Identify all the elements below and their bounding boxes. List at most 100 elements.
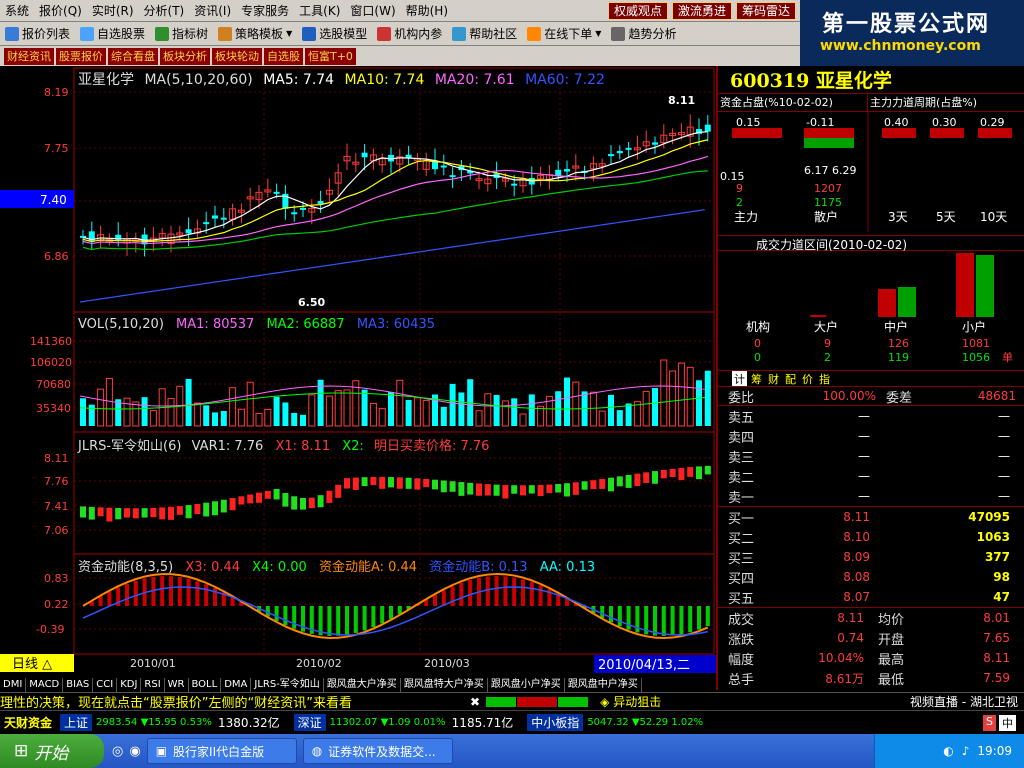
bid-row[interactable]: 买四 8.08 98	[718, 567, 1024, 587]
menu-analysis[interactable]: 分析(T)	[139, 0, 190, 22]
tab-wr[interactable]: WR	[165, 678, 189, 692]
chart-area[interactable]: 8.19 7.75 6.86 7.40 141360 106020 70680 …	[0, 66, 716, 678]
help-icon	[452, 26, 467, 41]
tab-price[interactable]: 价	[800, 371, 815, 386]
ticker-text[interactable]: 理性的决策，现在就点击“股票报价”左侧的“财经资讯”来看看	[0, 692, 470, 711]
tab-finance-news[interactable]: 财经资讯	[4, 47, 54, 65]
tab-boll[interactable]: BOLL	[189, 678, 222, 692]
tab-sector-analysis[interactable]: 板块分析	[160, 47, 210, 65]
book-level-label: 买四	[728, 571, 755, 587]
tab-macd[interactable]: MACD	[26, 678, 64, 692]
tab-big-buy[interactable]: 跟风盘大户净买	[324, 678, 401, 692]
bid-row[interactable]: 买二 8.10 1063	[718, 527, 1024, 547]
sz-label[interactable]: 深证	[293, 714, 326, 731]
ask-row[interactable]: 卖五 — —	[718, 406, 1024, 426]
bid-row[interactable]: 买三 8.09 377	[718, 547, 1024, 567]
quicklaunch-icon[interactable]: ◉	[129, 744, 140, 759]
menu-window[interactable]: 窗口(W)	[345, 0, 400, 22]
toolbar-trend[interactable]: 趋势分析	[606, 25, 681, 42]
fund-val-main: 0.15	[736, 116, 761, 129]
stat-row: 成交 8.11 均价 8.01	[718, 608, 1024, 628]
tab-sector-rotation[interactable]: 板块轮动	[212, 47, 262, 65]
sh-label[interactable]: 上证	[60, 714, 93, 731]
menu-realtime[interactable]: 实时(R)	[87, 0, 139, 22]
zx-label[interactable]: 中小板指	[527, 714, 584, 731]
tab-bias[interactable]: BIAS	[63, 678, 94, 692]
tab-jlrs[interactable]: JLRS-军令如山	[251, 678, 324, 692]
vol-bar-down	[652, 387, 658, 426]
tab-stock-quote[interactable]: 股票报价	[56, 47, 106, 65]
ma-header: MA(5,10,20,60)	[144, 72, 252, 88]
price-axis-label: 7.75	[44, 142, 69, 155]
toolbar-online-order[interactable]: 在线下单 ▼	[522, 25, 606, 42]
menu-tools[interactable]: 工具(K)	[294, 0, 345, 22]
tab-cci[interactable]: CCI	[93, 678, 118, 692]
menu-info[interactable]: 资讯(I)	[189, 0, 236, 22]
toolbar-stock-model[interactable]: 选股模型	[297, 25, 372, 42]
tab-t0[interactable]: 恒富T+0	[305, 47, 356, 65]
tab-finance[interactable]: 财	[766, 371, 781, 386]
jlrs-bar	[238, 496, 245, 505]
vol-bar-down	[203, 405, 210, 426]
tab-rsi[interactable]: RSI	[141, 678, 165, 692]
toolbar-watchlist[interactable]: 自选股票	[75, 25, 150, 42]
task-stock-app[interactable]: ▣ 股行家II代白金版	[146, 738, 297, 764]
candle-down	[625, 147, 632, 150]
toolbar-institution[interactable]: 机构内参	[372, 25, 447, 42]
bid-row[interactable]: 买五 8.07 47	[718, 587, 1024, 607]
volume-icon[interactable]: ♪	[962, 744, 970, 758]
range-red: 9	[824, 337, 831, 350]
task-browser[interactable]: ◍ 证券软件及数据交...	[302, 738, 453, 764]
ime-bar[interactable]: S 中	[983, 714, 1024, 731]
tab-mid-buy[interactable]: 跟风盘中户净买	[565, 678, 642, 692]
menu-help[interactable]: 帮助(H)	[401, 0, 453, 22]
tools-icon[interactable]: ✖	[470, 695, 480, 709]
ask-row[interactable]: 卖二 — —	[718, 466, 1024, 486]
menu-expert[interactable]: 专家服务	[236, 0, 294, 22]
tab-kdj[interactable]: KDJ	[117, 678, 142, 692]
fund-bar	[688, 606, 693, 633]
toolbar-help-community[interactable]: 帮助社区	[447, 25, 522, 42]
fund-bar	[336, 606, 341, 636]
bid-row[interactable]: 买一 8.11 47095	[718, 507, 1024, 527]
fund-bar	[186, 578, 191, 606]
tray-icon[interactable]: ◐	[943, 744, 953, 758]
toolbar-indicator-tree[interactable]: 指标树	[150, 25, 213, 42]
sh-amount: 1380.32亿	[218, 716, 280, 730]
menu-system[interactable]: 系统	[0, 0, 34, 22]
vol-bar-down	[361, 389, 368, 426]
start-button[interactable]: ⊞ 开始	[0, 734, 104, 768]
ask-row[interactable]: 卖四 — —	[718, 426, 1024, 446]
quicklaunch-icon[interactable]: ◎	[112, 744, 123, 759]
tab-overview[interactable]: 综合看盘	[108, 47, 158, 65]
tab-super-buy[interactable]: 跟风盘特大户净买	[401, 678, 488, 692]
tab-chips[interactable]: 筹	[749, 371, 764, 386]
menu-quote[interactable]: 报价(Q)	[34, 0, 87, 22]
toolbar-quote-list[interactable]: 报价列表	[0, 25, 75, 42]
ask-row[interactable]: 卖三 — —	[718, 446, 1024, 466]
tab-dma[interactable]: DMA	[221, 678, 252, 692]
stock-code-header: 600319 亚星化学	[718, 66, 1024, 94]
jlrs-bar	[97, 507, 104, 517]
jlrs-bar	[625, 474, 632, 488]
tab-index[interactable]: 指	[817, 371, 832, 386]
chip-radar-button[interactable]: 筹码雷达	[736, 2, 797, 20]
tab-allot[interactable]: 配	[783, 371, 798, 386]
book-level-label: 卖四	[728, 430, 755, 446]
toolbar-strategy[interactable]: 策略模板 ▼	[213, 25, 297, 42]
candle-down	[212, 215, 218, 219]
ask-row[interactable]: 卖一 — —	[718, 486, 1024, 506]
authority-view-button[interactable]: 权威观点	[608, 2, 669, 20]
video-live[interactable]: 视频直播 - 湖北卫视	[910, 693, 1024, 710]
tab-small-buy[interactable]: 跟风盘小户净买	[488, 678, 565, 692]
clock[interactable]: 19:09	[977, 744, 1012, 758]
jlrs-bar	[432, 479, 438, 490]
jlrs-bar	[291, 496, 298, 510]
tab-dmi[interactable]: DMI	[0, 678, 27, 692]
jlrs-bar	[88, 506, 95, 520]
torrent-button[interactable]: 激流勇进	[672, 2, 733, 20]
tab-calc[interactable]: 计	[732, 371, 747, 386]
tab-watchlist[interactable]: 自选股	[264, 47, 303, 65]
book-level-label: 买三	[728, 551, 755, 567]
alert-label[interactable]: 异动狙击	[613, 693, 813, 710]
